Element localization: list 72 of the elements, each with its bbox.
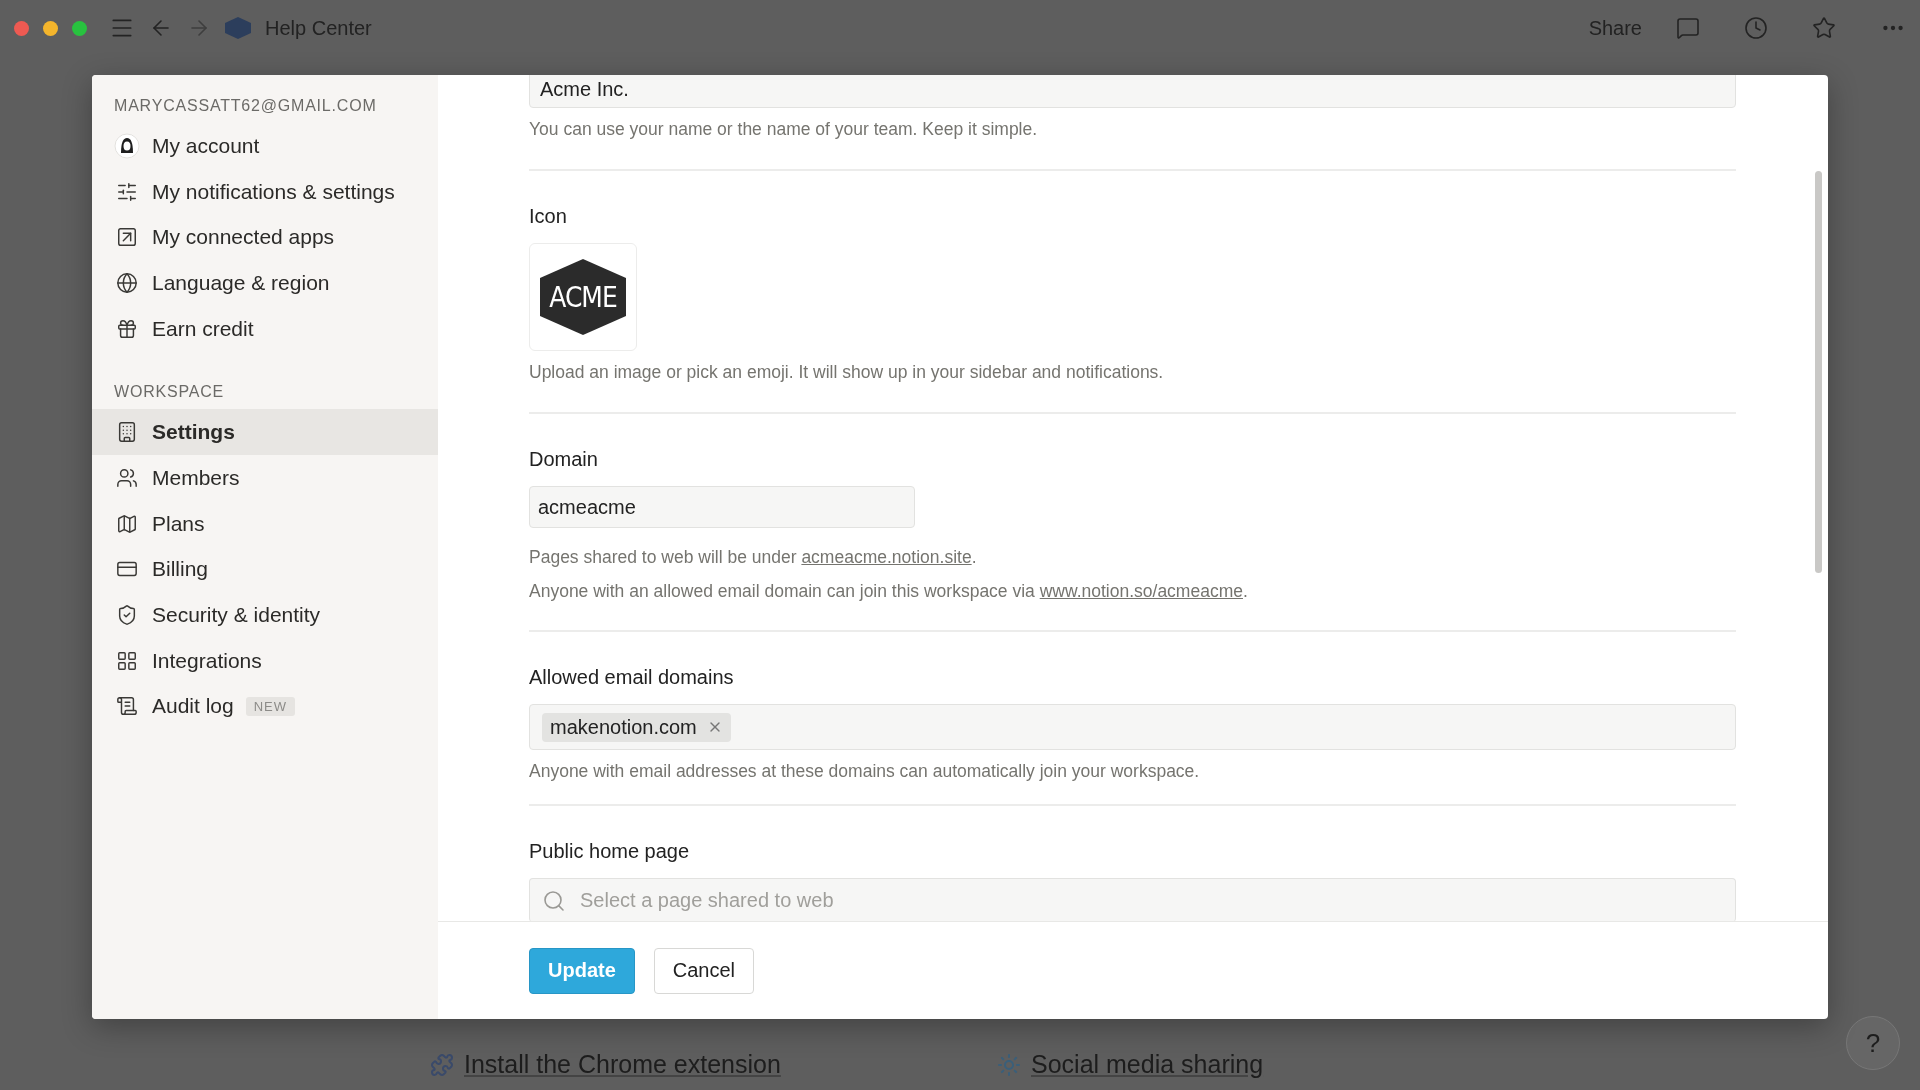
page-search-input[interactable]: Select a page shared to web — [578, 888, 1723, 913]
field-hint: Anyone with an allowed email domain can join this workspace via www.notion.so/acmeacme. — [529, 580, 1249, 603]
sidebar-item[interactable]: Earn credit — [92, 305, 438, 352]
sidebar-item-label: Language & region — [152, 270, 330, 295]
icon-picker[interactable]: ACME — [529, 243, 637, 351]
domain-link[interactable]: acmeacme.notion.site — [801, 547, 972, 567]
sidebar-item[interactable]: Language & region — [92, 260, 438, 306]
field-hint: Upload an image or pick an emoji. It will show up in your sidebar and notifications. — [529, 361, 1165, 383]
sidebar-item[interactable]: Billing — [92, 546, 438, 593]
maximize-icon[interactable] — [72, 20, 87, 36]
field-label: Domain — [529, 447, 599, 472]
map-icon — [116, 512, 138, 535]
field-hint: Pages shared to web will be under acmeacme.notion.site. — [529, 546, 978, 569]
name-field[interactable]: Acme Inc. — [529, 75, 1736, 108]
sidebar-item-label: Security & identity — [152, 603, 321, 628]
domain-tag: makenotion.com — [542, 712, 731, 742]
domain-field[interactable]: acmeacme — [529, 486, 915, 528]
acme-logo: ACME — [540, 259, 626, 335]
sidebar-item-label: Audit log — [152, 694, 234, 719]
sidebar-item[interactable]: My connected apps — [92, 214, 438, 261]
building-icon — [116, 421, 138, 444]
burst-icon — [997, 1052, 1021, 1077]
hexagon-logo-icon — [225, 17, 251, 39]
sidebar-item-label: Members — [152, 465, 240, 490]
domain-link[interactable]: www.notion.so/acmeacme — [1039, 581, 1243, 601]
close-icon[interactable] — [14, 20, 29, 36]
avatar-icon — [114, 132, 140, 159]
page-search-field[interactable]: Select a page shared to web — [529, 878, 1736, 921]
field-hint: You can use your name or the name of your team. Keep it simple. — [529, 118, 1039, 140]
field-label: Icon — [529, 204, 568, 229]
search-icon — [542, 888, 566, 913]
shield-icon — [116, 604, 138, 627]
grid-icon — [116, 649, 138, 672]
sliders-icon — [116, 180, 138, 203]
sidebar-item[interactable]: Members — [92, 455, 438, 501]
sidebar-item[interactable]: Plans — [92, 500, 438, 547]
sidebar-item-label: Settings — [152, 420, 235, 445]
field-label: Allowed email domains — [529, 665, 735, 690]
page-link-label: Social media sharing — [1031, 1050, 1264, 1079]
sidebar-item-label: My notifications & settings — [152, 179, 395, 204]
domains-field[interactable]: makenotion.com — [529, 704, 1736, 750]
globe-icon — [116, 271, 138, 294]
sidebar-item[interactable]: Settings — [92, 409, 438, 456]
new-badge: NEW — [245, 696, 296, 716]
sidebar-item[interactable]: Integrations — [92, 637, 438, 684]
clock-icon[interactable] — [1744, 16, 1768, 40]
field-hint: Anyone with email addresses at these domains can automatically join your workspace. — [529, 760, 1201, 782]
sidebar-item-label: Integrations — [152, 648, 262, 673]
sidebar-item-label: Plans — [152, 511, 205, 536]
sidebar-item-label: Billing — [152, 557, 209, 582]
sidebar-item[interactable]: Security & identity — [92, 592, 438, 638]
star-icon[interactable] — [1812, 16, 1836, 40]
sidebar-item-label: My account — [152, 133, 260, 158]
page-link-label: Install the Chrome extension — [464, 1050, 781, 1079]
sidebar-item-label: My connected apps — [152, 225, 335, 250]
field-label: Public home page — [529, 839, 691, 864]
account-email: MARYCASSATT62@GMAIL.COM — [113, 97, 378, 116]
section-heading: WORKSPACE — [113, 382, 226, 403]
comment-icon[interactable] — [1676, 16, 1700, 40]
people-icon — [116, 466, 138, 489]
arrow-box-icon — [116, 226, 138, 249]
sidebar-item[interactable]: My account — [92, 123, 438, 169]
sidebar-item[interactable]: My notifications & settings — [92, 168, 438, 215]
sidebar-item-label: Earn credit — [152, 316, 254, 341]
cancel-button[interactable]: Cancel — [653, 947, 755, 994]
extension-icon — [430, 1052, 454, 1077]
gift-icon — [116, 317, 138, 340]
scroll-icon — [116, 695, 138, 718]
minimize-icon[interactable] — [43, 20, 58, 36]
window-title: Help Center — [265, 16, 372, 40]
scrollbar-thumb[interactable] — [1815, 171, 1822, 573]
sidebar-item[interactable]: Audit log NEW — [92, 683, 438, 730]
